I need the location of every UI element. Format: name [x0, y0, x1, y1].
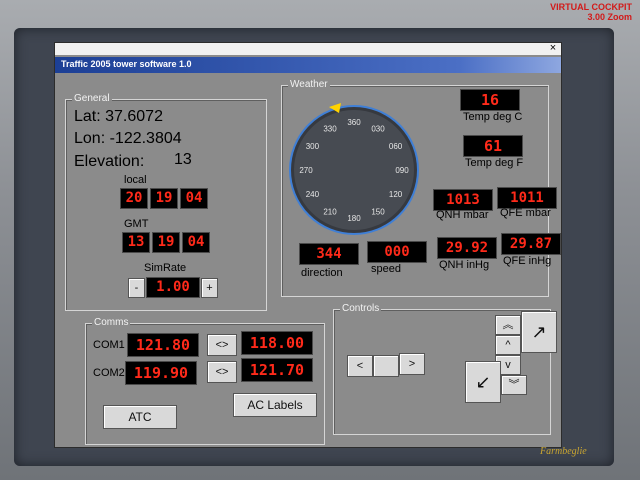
longitude: Lon: -122.3804 [74, 130, 182, 147]
compass-tick-label: 240 [306, 190, 320, 199]
general-label: General [72, 93, 112, 105]
wind-direction-label: direction [301, 267, 343, 279]
com1-standby-frequency: 118.00 [241, 331, 313, 355]
qnh-inhg-label: QNH inHg [439, 259, 490, 271]
comms-label: Comms [92, 317, 131, 329]
qnh-inhg-display: 29.92 [437, 237, 497, 259]
local-minutes: 19 [150, 188, 178, 209]
qnh-mbar-display: 1013 [433, 189, 493, 211]
temp-c-label: Temp deg C [463, 111, 523, 123]
close-button[interactable]: × [548, 43, 558, 54]
weather-label: Weather [288, 79, 330, 91]
compass-tick-label: 270 [299, 166, 313, 175]
elevation-value: 13 [174, 151, 192, 168]
compass-tick-label: 090 [395, 166, 409, 175]
com1-active-frequency: 121.80 [127, 333, 199, 357]
wind-speed-display: 000 [367, 241, 427, 263]
compass-tick-label: 060 [389, 142, 403, 151]
wind-direction-display: 344 [299, 243, 359, 265]
gmt-minutes: 19 [152, 232, 180, 253]
vc-title: VIRTUAL COCKPIT [550, 2, 632, 12]
com1-swap-button[interactable]: <> [207, 334, 237, 356]
wind-speed-label: speed [371, 263, 401, 275]
simrate-value: 1.00 [146, 277, 200, 298]
temp-f-display: 61 [463, 135, 523, 157]
virtual-cockpit-overlay: VIRTUAL COCKPIT 3.00 Zoom [550, 2, 632, 22]
up-button[interactable]: ^ [495, 335, 521, 355]
com2-label: COM2 [93, 367, 125, 379]
tower-software-window: × Traffic 2005 tower software 1.0 Genera… [54, 42, 562, 448]
elevation-label: Elevation: [74, 153, 145, 170]
qnh-mbar-label: QNH mbar [436, 209, 489, 221]
pan-left-button[interactable]: < [347, 355, 373, 377]
qfe-mbar-label: QFE mbar [500, 207, 551, 219]
window-titlebar: × [55, 43, 561, 55]
local-time-label: local [124, 174, 147, 186]
simrate-increase-button[interactable]: + [201, 278, 218, 298]
local-seconds: 04 [180, 188, 208, 209]
wind-compass: 360 030 060 090 120 150 180 210240 270 300330 [289, 103, 419, 235]
com1-label: COM1 [93, 339, 125, 351]
qfe-inhg-label: QFE inHg [503, 255, 552, 267]
compass-tick-label: 030 [371, 124, 385, 133]
simrate-decrease-button[interactable]: - [128, 278, 145, 298]
zoom-in-button[interactable]: ↗ [521, 311, 557, 353]
app-title-bar: Traffic 2005 tower software 1.0 [55, 57, 561, 73]
zoom-out-button[interactable]: ↙ [465, 361, 501, 403]
simrate-label: SimRate [144, 262, 187, 274]
qfe-mbar-display: 1011 [497, 187, 557, 209]
gmt-hours: 13 [122, 232, 150, 253]
pan-right-button[interactable]: > [399, 353, 425, 375]
gmt-label: GMT [124, 218, 149, 230]
compass-tick-label: 120 [389, 190, 403, 199]
compass-tick-label: 330 [323, 124, 337, 133]
general-group: General Lat: 37.6072 Lon: -122.3804 Elev… [65, 93, 267, 311]
temp-c-display: 16 [460, 89, 520, 111]
compass-tick-label: 360 [347, 118, 361, 127]
latitude: Lat: 37.6072 [74, 108, 163, 125]
compass-tick-label: 180 [347, 214, 361, 223]
vc-zoom: 3.00 Zoom [587, 12, 632, 22]
fast-down-button[interactable]: ︾ [501, 375, 527, 395]
temp-f-label: Temp deg F [465, 157, 524, 169]
com2-standby-frequency: 121.70 [241, 358, 313, 382]
compass-tick-label: 150 [371, 208, 385, 217]
compass-tick-label: 300 [306, 142, 320, 151]
local-hours: 20 [120, 188, 148, 209]
watermark-credit: Farmbeglie [540, 446, 587, 457]
atc-button[interactable]: ATC [103, 405, 177, 429]
ac-labels-button[interactable]: AC Labels [233, 393, 317, 417]
app-title: Traffic 2005 tower software 1.0 [61, 59, 192, 69]
fast-up-button[interactable]: ︽ [495, 315, 521, 335]
com2-active-frequency: 119.90 [125, 361, 197, 385]
gmt-seconds: 04 [182, 232, 210, 253]
qfe-inhg-display: 29.87 [501, 233, 561, 255]
com2-swap-button[interactable]: <> [207, 361, 237, 383]
center-button[interactable] [373, 355, 399, 377]
compass-tick-label: 210 [323, 208, 337, 217]
controls-label: Controls [340, 303, 382, 315]
